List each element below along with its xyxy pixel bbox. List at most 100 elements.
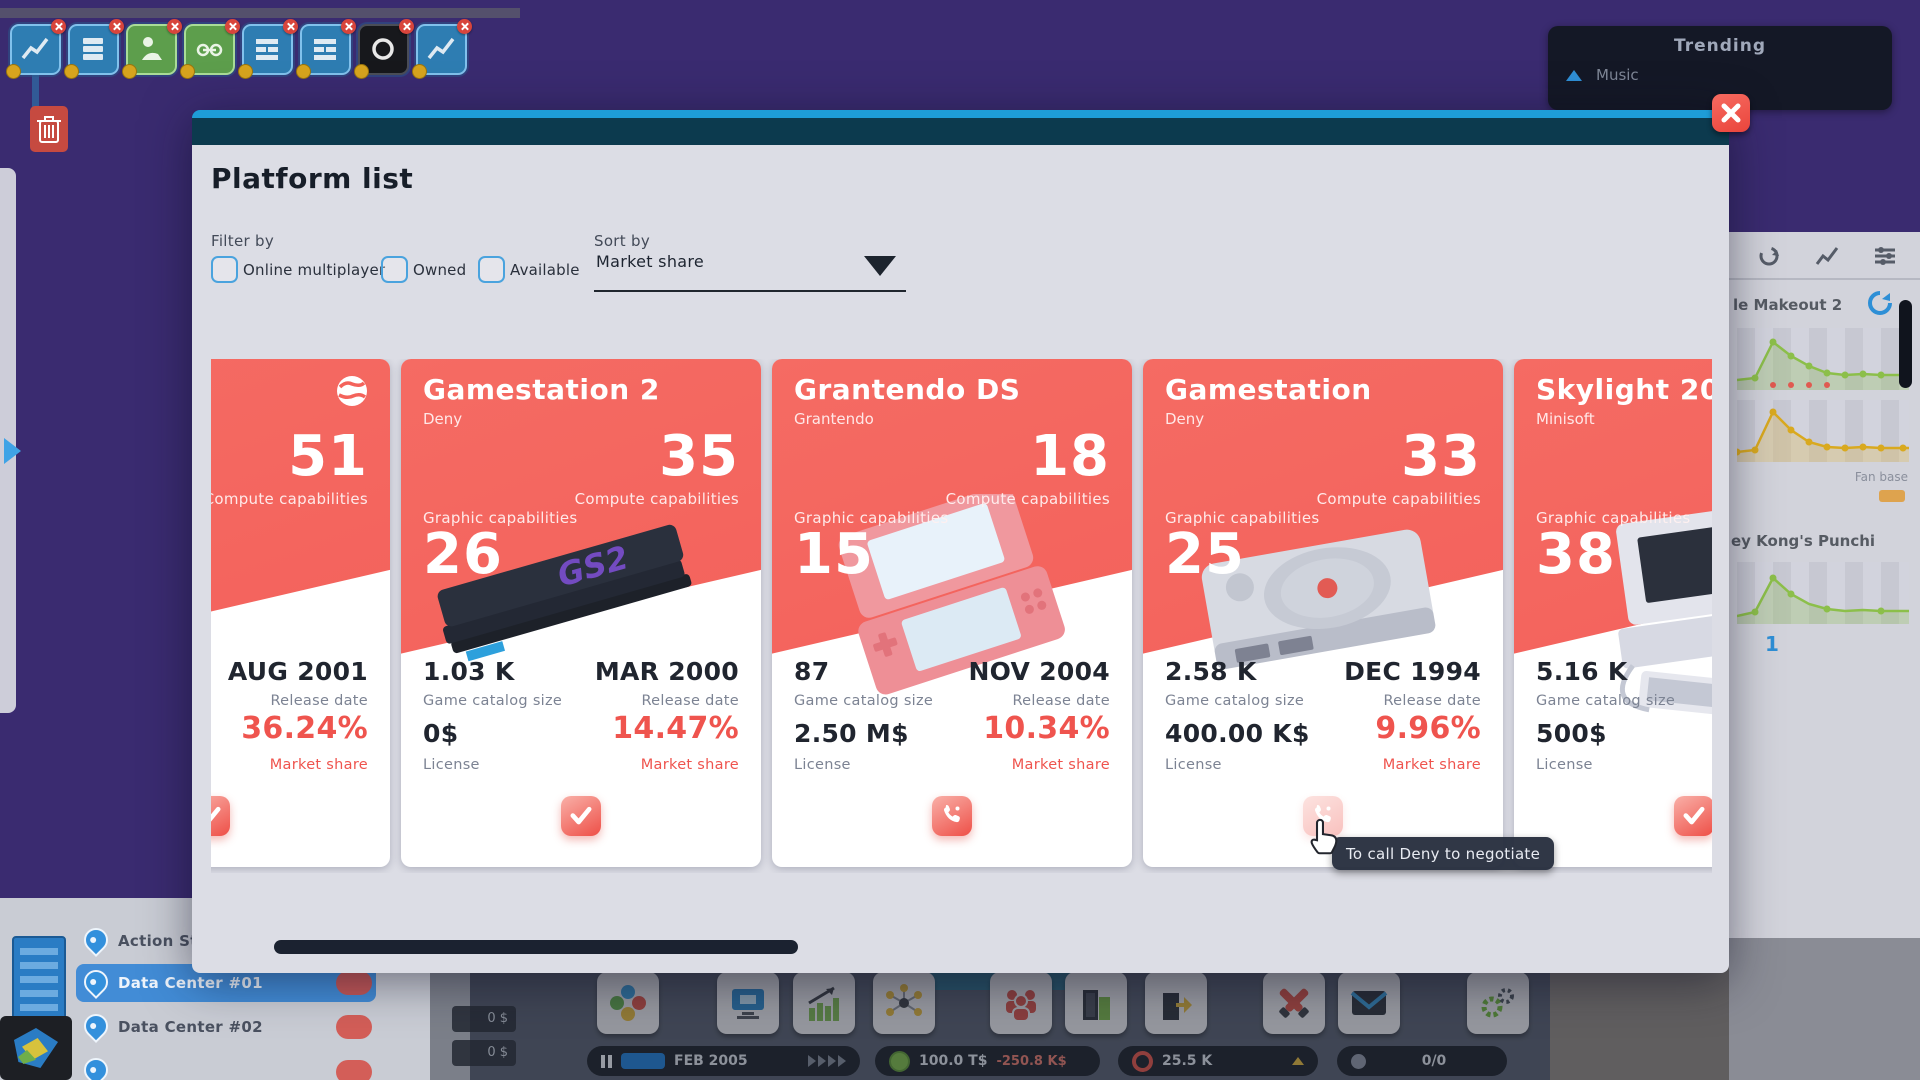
market-share-label: Market share [641, 757, 739, 773]
close-badge-icon[interactable] [399, 19, 414, 34]
support-shortcut-icon[interactable] [126, 24, 177, 75]
location-alert-badge [336, 1015, 372, 1039]
stats-shortcut-icon[interactable] [416, 24, 467, 75]
market-share-label: Market share [1383, 757, 1481, 773]
refresh-icon[interactable] [1757, 244, 1781, 268]
platform-card: Skylight 2000 Minisoft Graphic capabilit… [1514, 359, 1712, 867]
manufacturer: Deny [423, 410, 462, 428]
sort-dropdown[interactable]: Market share [594, 250, 906, 292]
available-checkbox[interactable] [478, 256, 505, 283]
graphic-value: 25 [1165, 527, 1245, 583]
panel-scrollbar[interactable] [1899, 300, 1912, 388]
tower-pc-illustration [211, 499, 250, 719]
release-date-label: Release date [1383, 693, 1481, 709]
close-badge-icon[interactable] [225, 19, 240, 34]
trending-title: Trending [1548, 26, 1892, 56]
location-alert-badge [336, 971, 372, 995]
desk-shortcut-icon[interactable] [242, 24, 293, 75]
release-date-label: Release date [1012, 693, 1110, 709]
stats-shortcut-icon[interactable] [10, 24, 61, 75]
manufacturer: Grantendo [794, 410, 874, 428]
training-shortcut-icon[interactable] [184, 24, 235, 75]
catalog-size-value: 5.16 K [1536, 657, 1628, 686]
phone-icon [939, 802, 965, 828]
close-badge-icon[interactable] [341, 19, 356, 34]
compute-label: Compute capabilities [575, 490, 739, 508]
close-badge-icon[interactable] [109, 19, 124, 34]
close-badge-icon[interactable] [457, 19, 472, 34]
market-share-value: 36.24% [241, 711, 368, 746]
license-label: License [794, 757, 851, 773]
platform-cards-row: 51 Compute capabilities AUG 2001 Release… [211, 359, 1712, 867]
catalog-size-label: Game catalog size [1536, 693, 1675, 709]
location-item[interactable]: Data Center #02 [118, 1018, 263, 1036]
owned-check-button[interactable] [1674, 796, 1712, 836]
compute-value: 18 [1030, 429, 1110, 485]
chart-icon[interactable] [1815, 244, 1839, 268]
sliders-icon[interactable] [1873, 244, 1897, 268]
release-date-value: NOV 2004 [968, 657, 1110, 686]
notify-dot-icon [354, 64, 369, 79]
owned-checkbox[interactable] [381, 256, 408, 283]
close-badge-icon[interactable] [283, 19, 298, 34]
manufacturer: Minisoft [1536, 410, 1595, 428]
owned-check-button[interactable] [561, 796, 601, 836]
platform-name: Gamestation [1165, 373, 1372, 406]
manufacturer: Deny [1165, 410, 1204, 428]
platform-cards-viewport: 51 Compute capabilities AUG 2001 Release… [211, 359, 1712, 873]
compute-label: Compute capabilities [1317, 490, 1481, 508]
close-badge-icon[interactable] [167, 19, 182, 34]
building-icon[interactable] [12, 936, 66, 1024]
market-share-value: 10.34% [983, 711, 1110, 746]
online-multiplayer-label: Online multiplayer [243, 261, 385, 279]
catalog-size-label: Game catalog size [1165, 693, 1304, 709]
license-value: 500$ [1536, 719, 1607, 748]
close-button[interactable] [1712, 94, 1750, 132]
online-multiplayer-checkbox[interactable] [211, 256, 238, 283]
modal-header [192, 118, 1729, 145]
close-icon [1720, 102, 1742, 124]
map-icon[interactable] [0, 1016, 72, 1080]
hand-cursor-icon [1303, 816, 1345, 860]
tooltip: To call Deny to negotiate [1332, 837, 1554, 870]
compute-label: Compute capabilities [946, 490, 1110, 508]
notify-dot-icon [238, 64, 253, 79]
platform-card: 51 Compute capabilities AUG 2001 Release… [211, 359, 390, 867]
market-share-label: Market share [270, 757, 368, 773]
license-label: License [1536, 757, 1593, 773]
trend-up-icon [1566, 70, 1582, 81]
expand-arrow-icon[interactable] [4, 438, 21, 464]
platform-name: Gamestation 2 [423, 373, 660, 406]
call-negotiate-button[interactable] [932, 796, 972, 836]
license-label: License [1165, 757, 1222, 773]
desk-shortcut-icon[interactable] [300, 24, 351, 75]
notify-dot-icon [6, 64, 21, 79]
owned-check-button[interactable] [211, 796, 230, 836]
chevron-down-icon [864, 256, 896, 276]
sort-by-label: Sort by [594, 232, 650, 250]
license-value: 0$ [423, 719, 458, 748]
catalog-size-label: Game catalog size [794, 693, 933, 709]
release-date-label: Release date [641, 693, 739, 709]
camera-shortcut-icon[interactable] [358, 24, 409, 75]
platform-card: Gamestation Deny 33 Compute capabilities… [1143, 359, 1503, 867]
server-shortcut-icon[interactable] [68, 24, 119, 75]
market-share-label: Market share [1012, 757, 1110, 773]
game-title: le Makeout 2 [1733, 296, 1842, 314]
platform-card: Grantendo DS Grantendo 18 Compute capabi… [772, 359, 1132, 867]
trending-item[interactable]: Music [1548, 56, 1892, 84]
check-icon [567, 801, 595, 829]
catalog-size-label: Game catalog size [423, 693, 562, 709]
market-share-value: 14.47% [612, 711, 739, 746]
location-item[interactable]: Data Center #01 [118, 974, 263, 992]
trash-button[interactable] [30, 106, 68, 152]
close-badge-icon[interactable] [51, 19, 66, 34]
notify-dot-icon [412, 64, 427, 79]
trash-icon [36, 113, 62, 145]
graphic-value: 26 [423, 527, 503, 583]
cards-scrollbar[interactable] [274, 940, 798, 954]
divider [1729, 278, 1920, 280]
refresh-icon[interactable] [1867, 290, 1893, 316]
license-value: 400.00 K$ [1165, 719, 1310, 748]
license-label: License [423, 757, 480, 773]
